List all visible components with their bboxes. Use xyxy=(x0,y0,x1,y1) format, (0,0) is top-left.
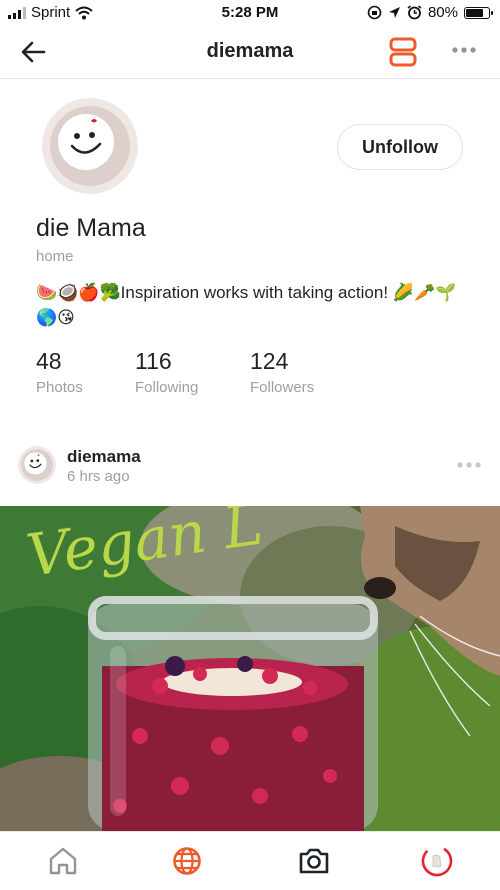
stat-photos-label: Photos xyxy=(36,379,83,396)
camera-icon[interactable] xyxy=(297,844,331,878)
stat-photos[interactable]: 48 Photos xyxy=(36,348,83,396)
profile-avatar xyxy=(42,98,138,194)
stat-followers-count: 124 xyxy=(250,348,289,374)
globe-icon[interactable] xyxy=(170,844,204,878)
post-author-avatar[interactable] xyxy=(18,446,56,484)
profile-name: die Mama xyxy=(36,214,146,242)
alarm-icon xyxy=(407,5,422,20)
navigation-bar: diemama xyxy=(0,26,500,79)
location-icon xyxy=(388,7,400,18)
more-options-icon[interactable] xyxy=(450,40,478,60)
stat-following[interactable]: 116 Following xyxy=(135,348,198,396)
post-author-name[interactable]: diemama xyxy=(67,447,141,467)
layout-toggle-icon[interactable] xyxy=(388,36,418,68)
post-timestamp: 6 hrs ago xyxy=(67,468,130,485)
battery-fill xyxy=(466,8,483,17)
stat-photos-count: 48 xyxy=(36,348,62,374)
profile-bio: 🍉🥥🍎🥦Inspiration works with taking action… xyxy=(36,283,457,327)
stat-followers-label: Followers xyxy=(250,379,315,396)
battery-percent: 80% xyxy=(427,4,458,21)
stat-following-label: Following xyxy=(135,379,199,396)
status-right: 80% xyxy=(367,4,493,21)
rotation-lock-icon xyxy=(367,5,382,20)
battery-icon xyxy=(464,6,493,19)
home-icon[interactable] xyxy=(46,844,80,878)
post-more-icon[interactable] xyxy=(455,458,483,472)
unfollow-button[interactable]: Unfollow xyxy=(337,124,463,170)
bottom-tab-bar xyxy=(0,831,500,890)
stat-followers[interactable]: 124 Followers xyxy=(250,348,314,396)
status-bar: Sprint 5:28 PM 80% xyxy=(0,0,500,26)
profile-location: home xyxy=(36,248,74,265)
post-photo[interactable]: Vegan L xyxy=(0,506,500,831)
stat-following-count: 116 xyxy=(135,348,172,374)
page-title: diemama xyxy=(206,40,294,62)
progress-ring-icon[interactable] xyxy=(420,844,454,878)
